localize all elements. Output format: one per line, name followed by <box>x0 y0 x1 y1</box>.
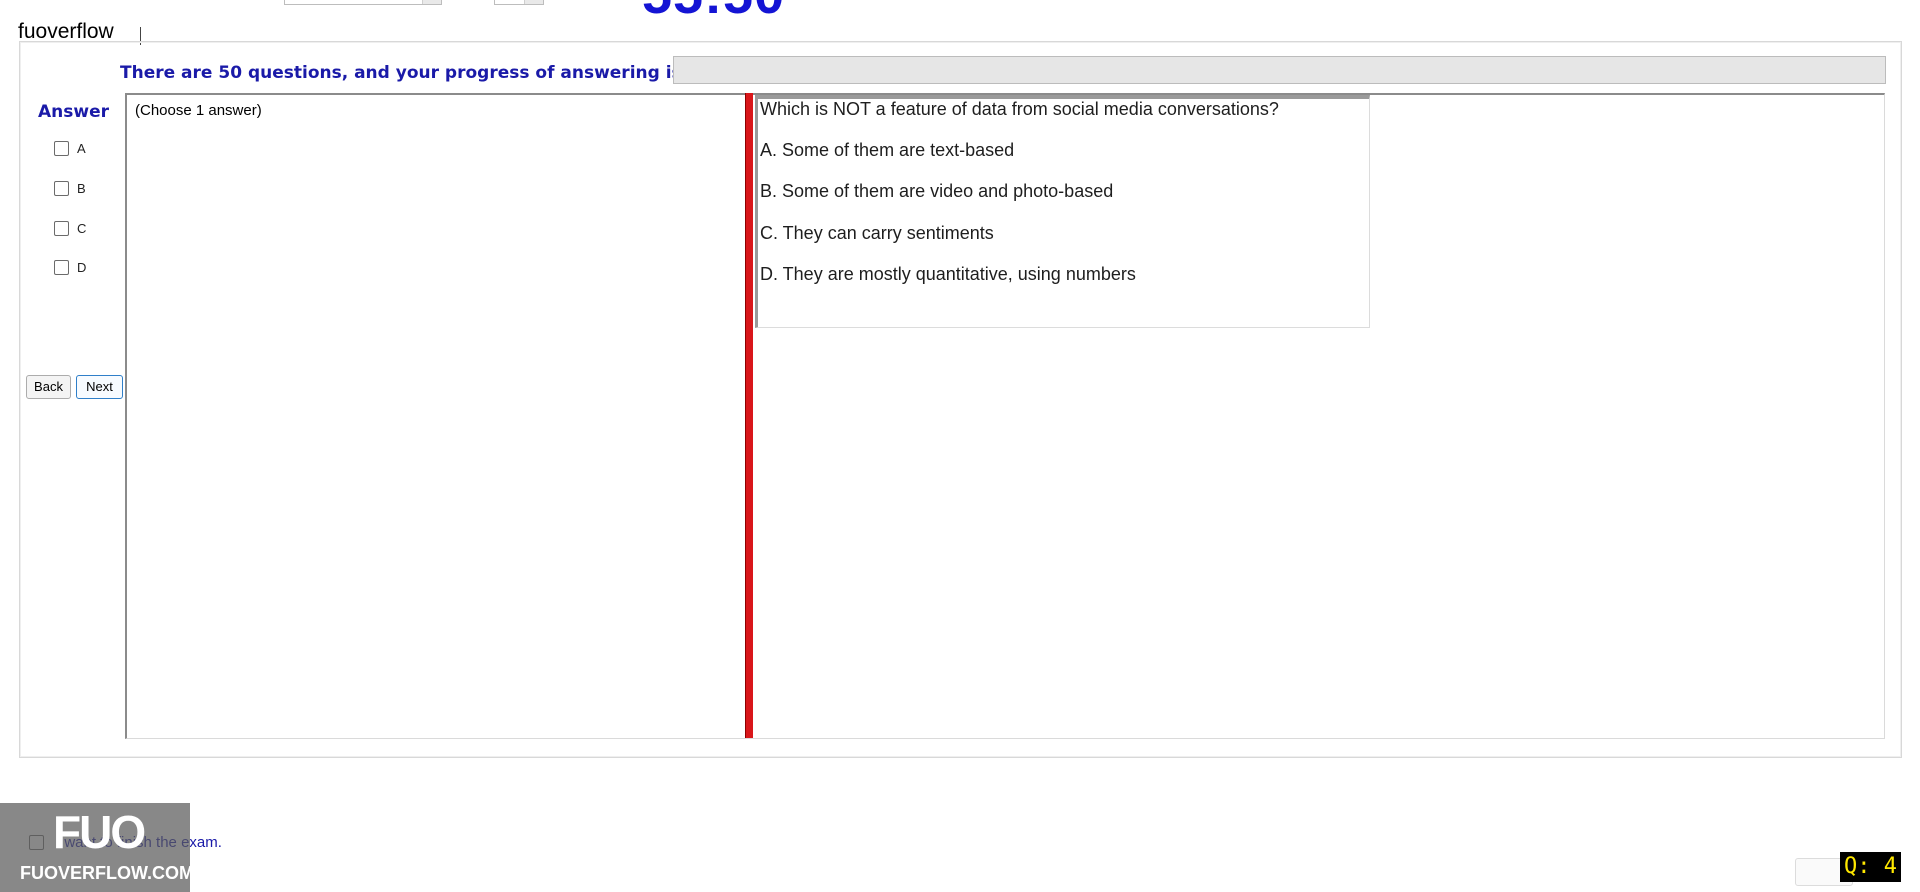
answer-b-label: B <box>77 180 86 196</box>
answer-d-label: D <box>77 259 87 275</box>
top-font-size-box[interactable] <box>494 0 544 5</box>
answer-option-d[interactable]: D <box>54 258 86 276</box>
combo-dropdown-button[interactable] <box>422 0 441 4</box>
answer-option-b[interactable]: B <box>54 179 86 197</box>
question-panel <box>755 95 1370 328</box>
back-button[interactable]: Back <box>26 375 71 399</box>
choice-c-text: C. They can carry sentiments <box>760 223 994 243</box>
choice-d-text: D. They are mostly quantitative, using n… <box>760 264 1136 284</box>
fuoverflow-watermark-logo: FUO FUOVERFLOW.COM <box>0 803 194 892</box>
exam-timer: 55:50 <box>642 0 785 18</box>
font-size-spinner-button[interactable] <box>524 0 543 4</box>
answer-c-label: C <box>77 220 87 236</box>
answer-d-checkbox[interactable] <box>54 259 69 275</box>
choice-b-text: B. Some of them are video and photo-base… <box>760 181 1114 201</box>
choose-instruction: (Choose 1 answer) <box>135 102 262 119</box>
panel-splitter[interactable] <box>745 93 753 738</box>
answer-title: Answer <box>38 102 109 122</box>
answer-a-checkbox[interactable] <box>54 140 69 156</box>
next-button[interactable]: Next <box>76 375 123 399</box>
top-combo-box[interactable] <box>284 0 442 5</box>
answer-option-a[interactable]: A <box>54 139 86 157</box>
choice-a-text: A. Some of them are text-based <box>760 140 1015 160</box>
question-text: Which is NOT a feature of data from soci… <box>760 99 1279 119</box>
logo-small-text: FUOVERFLOW.COM <box>20 863 194 883</box>
answer-option-c[interactable]: C <box>54 219 86 237</box>
progress-bar <box>673 56 1886 84</box>
question-counter: Q: 4 <box>1840 852 1901 882</box>
answer-b-checkbox[interactable] <box>54 180 69 196</box>
logo-big-text: FUO <box>53 806 146 858</box>
progress-label: There are 50 questions, and your progres… <box>120 63 682 83</box>
answer-a-label: A <box>77 140 86 156</box>
answer-c-checkbox[interactable] <box>54 220 69 236</box>
